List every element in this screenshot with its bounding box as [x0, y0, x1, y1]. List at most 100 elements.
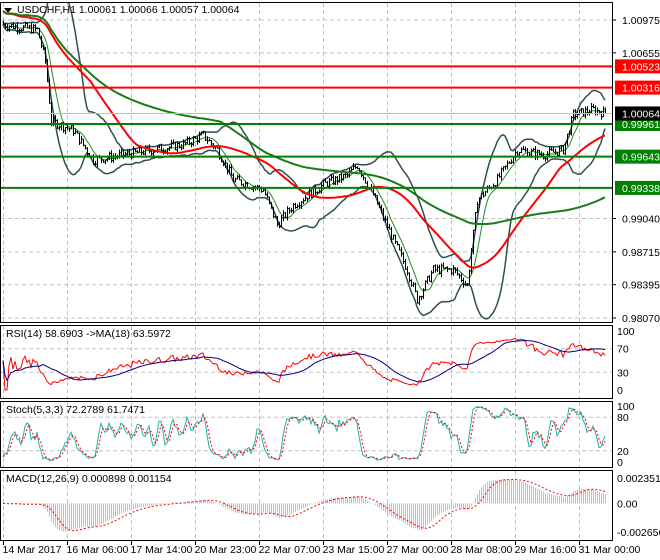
price-bar [16, 22, 19, 35]
price-bar [402, 251, 405, 264]
price-bar [356, 166, 359, 170]
price-bar [536, 149, 539, 160]
price-bar [288, 207, 291, 214]
price-bar [518, 151, 521, 157]
price-bar [140, 147, 143, 156]
price-bar [486, 185, 489, 193]
price-bar [8, 25, 11, 32]
price-bar [586, 106, 589, 116]
price-bar [452, 265, 455, 276]
time-tick-label: 22 Mar 07:00 [259, 544, 321, 556]
price-bar [136, 150, 139, 153]
price-bar [504, 165, 507, 170]
price-bar [432, 265, 435, 274]
price-bar [592, 103, 595, 109]
time-tick-label: 20 Mar 23:00 [195, 544, 257, 556]
price-bar [364, 177, 367, 184]
price-bar [422, 288, 425, 300]
price-bar [338, 173, 341, 183]
price-bar [394, 234, 397, 245]
price-bar [292, 203, 295, 213]
time-tick-label: 16 Mar 06:00 [67, 544, 129, 556]
bollinger-lower-band [2, 24, 606, 320]
price-bar [510, 159, 513, 164]
rsi-axis-label: 100 [617, 326, 635, 338]
price-bar [64, 126, 67, 135]
price-bar [58, 125, 61, 131]
resistance-level-label: 1.00316 [622, 83, 660, 95]
price-bar [404, 258, 407, 270]
time-tick-label: 27 Mar 00:00 [387, 544, 449, 556]
price-bar [506, 160, 509, 170]
price-bar [424, 280, 427, 291]
price-tick-label: 1.00655 [622, 48, 660, 60]
price-bar [544, 157, 547, 162]
price-bar [296, 204, 299, 209]
price-tick-label: 0.98395 [622, 280, 660, 292]
price-bar [244, 181, 247, 191]
price-bar [266, 192, 269, 198]
resistance-level-label: 1.00523 [622, 61, 660, 73]
price-bar [498, 172, 501, 178]
price-bar [340, 171, 343, 183]
ma-medium-line [2, 10, 606, 269]
stoch-axis-label: 0 [617, 457, 623, 469]
price-bar [430, 270, 433, 283]
price-bar [122, 150, 125, 159]
price-bar [514, 149, 517, 161]
price-bar [524, 146, 527, 153]
price-bar [280, 215, 283, 228]
price-bar [460, 273, 463, 283]
price-bar [180, 144, 183, 151]
rsi-line [2, 337, 606, 391]
price-bar [100, 156, 103, 164]
support-level-label: 0.99338 [622, 183, 660, 195]
time-tick-label: 23 Mar 15:00 [323, 544, 385, 556]
price-bar [434, 264, 437, 273]
price-bar [458, 273, 461, 279]
price-bar [494, 185, 497, 187]
price-bar [436, 264, 439, 273]
price-tick-label: 0.98715 [622, 247, 660, 259]
chart-header: USDCHF,H1 1.00061 1.00066 1.00057 1.0006… [17, 4, 240, 16]
macd-axis-label: -0.002656 [617, 527, 660, 539]
price-bar [532, 147, 535, 151]
price-bar [306, 197, 309, 202]
price-bar [2, 20, 5, 26]
price-bar [502, 166, 505, 172]
price-bar [142, 150, 145, 156]
price-bar [446, 266, 449, 273]
price-bar [302, 198, 305, 205]
price-bar [410, 279, 413, 287]
price-bar [534, 146, 537, 161]
stoch-axis-label: 80 [617, 412, 629, 424]
price-bar [416, 290, 419, 304]
price-bar [178, 142, 181, 149]
price-bar [516, 151, 519, 157]
price-bar [190, 141, 193, 148]
rsi-label: RSI(14) 58.6903 ->MA(18) 63.5972 [6, 328, 171, 340]
main-panel-border [0, 2, 613, 323]
price-bar [68, 127, 71, 132]
price-bar [496, 173, 499, 187]
price-bar [362, 175, 365, 181]
price-tick-label: 1.00975 [622, 15, 660, 27]
price-bar [358, 167, 361, 172]
price-bar [236, 174, 239, 180]
current-price-label: 1.00064 [622, 108, 660, 120]
rsi-ma-line [2, 339, 606, 383]
price-tick-label: 0.98070 [622, 313, 660, 325]
time-tick-label: 28 Mar 08:00 [451, 544, 513, 556]
macd-label: MACD(12,26,9) 0.000898 0.001154 [6, 473, 172, 485]
price-chart[interactable]: 14 Mar 2017 16 Mar 06:00 17 Mar 14:00 20 Ma… [0, 0, 660, 560]
rsi-axis-label: 30 [617, 367, 629, 379]
price-bar [290, 207, 293, 213]
support-level-label: 0.99643 [622, 152, 660, 164]
price-bar [208, 138, 211, 142]
price-bar [408, 272, 411, 283]
rsi-axis-label: 0 [617, 385, 623, 397]
macd-axis-label: 0.002351 [617, 473, 660, 485]
price-bar [96, 155, 99, 168]
stoch-axis-label: 20 [617, 446, 629, 458]
price-bar [428, 275, 431, 282]
